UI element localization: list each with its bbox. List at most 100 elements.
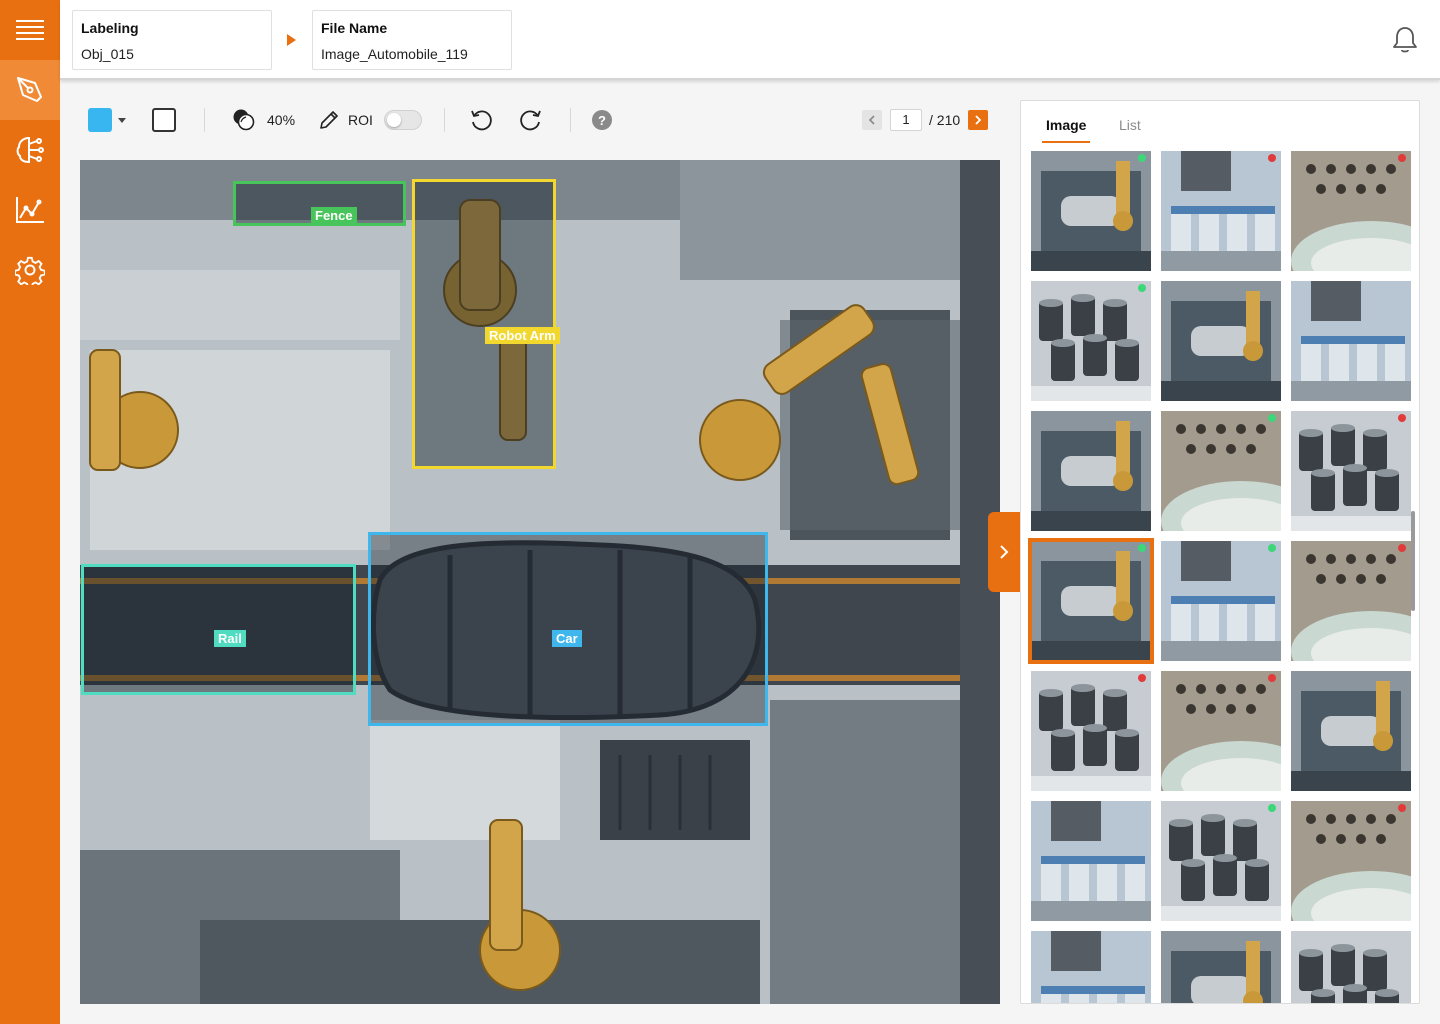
gear-icon[interactable]	[0, 240, 60, 300]
bbox-rail[interactable]: Rail	[81, 564, 356, 695]
file-name-info: File Name Image_Automobile_119	[312, 10, 512, 70]
opacity-icon	[233, 109, 255, 131]
panel-collapse-button[interactable]	[988, 512, 1020, 592]
thumbnail-item[interactable]	[1291, 931, 1411, 1003]
file-name-value: Image_Automobile_119	[321, 46, 468, 62]
status-dot	[1138, 154, 1146, 162]
thumbnail-image	[1291, 411, 1411, 531]
bbox-fence[interactable]: Fence	[233, 181, 406, 226]
thumbnail-item[interactable]	[1291, 801, 1411, 921]
roi-control[interactable]: ROI	[318, 100, 373, 140]
labeling-value: Obj_015	[81, 46, 134, 62]
thumbnail-item[interactable]	[1161, 931, 1281, 1003]
status-dot	[1268, 544, 1276, 552]
thumbnail-image	[1291, 801, 1411, 921]
bbox-label-fence: Fence	[311, 207, 357, 224]
header: Labeling Obj_015 File Name Image_Automob…	[60, 0, 1440, 80]
line-chart-icon[interactable]	[0, 180, 60, 240]
image-browser-panel: Image List	[1020, 100, 1420, 1004]
annotation-canvas[interactable]: Fence Robot Arm Rail Car	[80, 160, 1000, 1004]
status-dot	[1398, 804, 1406, 812]
thumbnail-item[interactable]	[1031, 801, 1151, 921]
thumbnail-item[interactable]	[1291, 541, 1411, 661]
page-total-text: / 210	[929, 112, 961, 128]
tab-list[interactable]: List	[1119, 117, 1141, 133]
thumbnail-image	[1031, 411, 1151, 531]
breadcrumb-arrow-icon	[287, 34, 296, 46]
bbox-robot-arm[interactable]: Robot Arm	[412, 179, 560, 469]
thumbnail-image	[1291, 151, 1411, 271]
toolbar: 40% ROI ? 1 / 210	[80, 100, 1000, 140]
color-swatch[interactable]	[88, 108, 112, 132]
roi-toggle[interactable]	[384, 100, 422, 140]
thumbnail-item[interactable]	[1161, 541, 1281, 661]
status-dot	[1398, 414, 1406, 422]
tab-image[interactable]: Image	[1041, 117, 1091, 143]
thumbnail-item[interactable]	[1291, 671, 1411, 791]
status-dot	[1268, 804, 1276, 812]
prev-page-button[interactable]	[862, 100, 882, 140]
thumbnail-item[interactable]	[1031, 411, 1151, 531]
thumbnail-item[interactable]	[1031, 931, 1151, 1003]
status-dot	[1398, 544, 1406, 552]
thumbnail-image	[1291, 541, 1411, 661]
pen-tool-icon[interactable]	[0, 60, 60, 120]
labeling-label: Labeling	[81, 20, 139, 36]
toolbar-divider	[204, 108, 205, 132]
thumbnail-image	[1161, 411, 1281, 531]
hamburger-menu-icon[interactable]	[0, 0, 60, 60]
toolbar-divider	[444, 108, 445, 132]
panel-scrollbar[interactable]	[1411, 511, 1415, 611]
thumbnail-image	[1161, 281, 1281, 401]
thumbnail-image	[1031, 541, 1151, 661]
bbox-car[interactable]: Car	[368, 532, 768, 726]
status-dot	[1268, 414, 1276, 422]
thumbnail-item[interactable]	[1161, 801, 1281, 921]
thumbnail-image	[1031, 281, 1151, 401]
color-picker[interactable]	[88, 100, 126, 140]
status-dot	[1138, 674, 1146, 682]
rectangle-tool-icon[interactable]	[152, 100, 176, 140]
bbox-label-robot-arm: Robot Arm	[485, 327, 560, 344]
thumbnail-image	[1291, 931, 1411, 1003]
thumbnail-item[interactable]	[1291, 151, 1411, 271]
page-current[interactable]: 1	[890, 109, 922, 131]
thumbnail-item[interactable]	[1031, 151, 1151, 271]
file-name-label: File Name	[321, 20, 388, 36]
bbox-label-rail: Rail	[214, 630, 246, 647]
sidebar	[0, 0, 60, 1024]
help-icon[interactable]: ?	[592, 100, 612, 140]
chevron-down-icon[interactable]	[118, 117, 126, 123]
thumbnail-item[interactable]	[1161, 281, 1281, 401]
undo-icon[interactable]	[469, 100, 493, 140]
thumbnail-image	[1031, 801, 1151, 921]
page-input[interactable]: 1	[890, 100, 922, 140]
thumbnail-item[interactable]	[1031, 281, 1151, 401]
thumbnail-item[interactable]	[1291, 281, 1411, 401]
opacity-value: 40%	[267, 112, 296, 128]
thumbnail-item[interactable]	[1161, 411, 1281, 531]
labeling-info: Labeling Obj_015	[72, 10, 272, 70]
thumbnail-image	[1161, 151, 1281, 271]
toolbar-divider	[570, 108, 571, 132]
status-dot	[1398, 154, 1406, 162]
chevron-right-icon	[1000, 545, 1009, 559]
bell-icon[interactable]	[1392, 26, 1418, 59]
thumbnail-image	[1291, 281, 1411, 401]
thumbnail-item[interactable]	[1028, 538, 1154, 664]
thumbnail-item[interactable]	[1031, 671, 1151, 791]
thumbnail-item[interactable]	[1161, 671, 1281, 791]
thumbnail-item[interactable]	[1291, 411, 1411, 531]
thumbnail-image	[1161, 931, 1281, 1003]
status-dot	[1268, 674, 1276, 682]
thumbnail-image	[1291, 671, 1411, 791]
status-dot	[1138, 544, 1146, 552]
redo-icon[interactable]	[519, 100, 543, 140]
status-dot	[1138, 284, 1146, 292]
brain-network-icon[interactable]	[0, 120, 60, 180]
thumbnail-image	[1031, 931, 1151, 1003]
next-page-button[interactable]	[968, 100, 988, 140]
opacity-control[interactable]: 40%	[232, 100, 295, 140]
thumbnail-item[interactable]	[1161, 151, 1281, 271]
page-total: / 210	[929, 100, 960, 140]
